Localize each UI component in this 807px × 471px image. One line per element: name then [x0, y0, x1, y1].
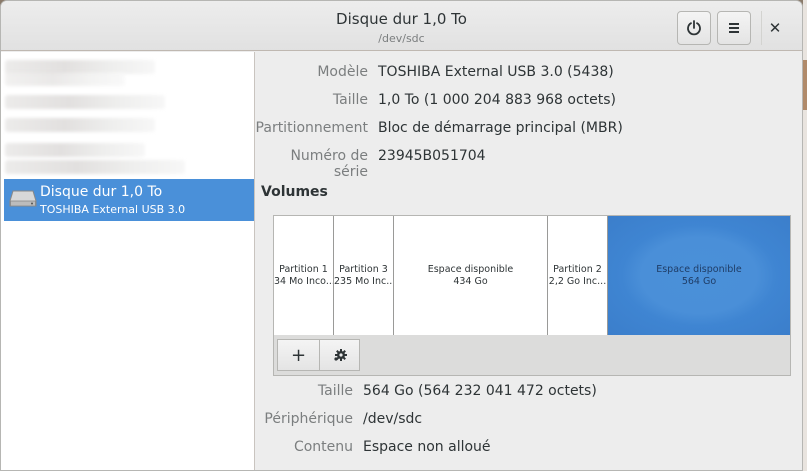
drive-model: TOSHIBA External USB 3.0	[40, 203, 186, 216]
add-icon: +	[290, 344, 307, 366]
volume-map: Partition 1 34 Mo Inco... Partition 3 23…	[274, 216, 790, 335]
blurred-item	[5, 160, 185, 174]
power-icon	[687, 20, 701, 36]
volume-segment-partition-3[interactable]: Partition 3 235 Mo Inc...	[334, 216, 394, 335]
volume-segment-partition-1[interactable]: Partition 1 34 Mo Inco...	[274, 216, 334, 335]
model-value: TOSHIBA External USB 3.0 (5438)	[378, 64, 614, 80]
more-actions-button[interactable]	[320, 339, 360, 371]
disks-window: Disque dur 1,0 To /dev/sdc ✕ Disque dur …	[0, 0, 803, 471]
device-label: Périphérique	[264, 411, 353, 427]
blurred-item	[5, 72, 125, 86]
header-bar: Disque dur 1,0 To /dev/sdc ✕	[1, 1, 802, 51]
serial-label: Numéro de série	[290, 148, 368, 180]
segment-title: Partition 2	[553, 263, 602, 275]
blurred-item	[5, 95, 165, 109]
segment-title: Espace disponible	[427, 263, 514, 275]
drive-menu-button[interactable]	[717, 11, 751, 45]
close-icon: ✕	[768, 19, 782, 37]
segment-detail: 434 Go	[453, 275, 488, 287]
size-label: Taille	[332, 92, 368, 108]
hamburger-menu-icon	[729, 23, 739, 33]
volume-toolbar: +	[277, 339, 360, 371]
hard-drive-icon	[9, 190, 37, 207]
segment-detail: 34 Mo Inco...	[274, 275, 334, 287]
sidebar: Disque dur 1,0 To TOSHIBA External USB 3…	[1, 52, 255, 470]
volume-map-frame: Partition 1 34 Mo Inco... Partition 3 23…	[273, 215, 791, 376]
volume-segment-free-space-1[interactable]: Espace disponible 434 Go	[394, 216, 548, 335]
segment-detail: 2,2 Go Inc...	[548, 275, 607, 287]
desktop-background	[803, 0, 807, 471]
model-label: Modèle	[317, 64, 368, 80]
volume-segment-partition-2[interactable]: Partition 2 2,2 Go Inc...	[548, 216, 608, 335]
segment-title: Partition 1	[279, 263, 328, 275]
contents-value: Espace non alloué	[363, 439, 491, 455]
segment-title: Espace disponible	[656, 263, 742, 275]
partitioning-value: Bloc de démarrage principal (MBR)	[378, 120, 623, 136]
blurred-item	[5, 143, 145, 157]
blurred-item	[5, 118, 155, 132]
volumes-heading: Volumes	[261, 184, 328, 200]
volume-segment-free-space-2-selected[interactable]: Espace disponible 564 Go	[608, 216, 790, 335]
gear-icon	[333, 349, 347, 361]
volume-size-value: 564 Go (564 232 041 472 octets)	[363, 383, 597, 399]
volume-size-label: Taille	[317, 383, 353, 399]
power-off-button[interactable]	[677, 11, 711, 45]
close-button[interactable]: ✕	[758, 11, 792, 45]
drive-name: Disque dur 1,0 To	[40, 184, 163, 200]
create-partition-button[interactable]: +	[277, 339, 320, 371]
segment-detail: 235 Mo Inc...	[334, 275, 394, 287]
size-value: 1,0 To (1 000 204 883 968 octets)	[378, 92, 617, 108]
serial-value: 23945B051704	[378, 148, 486, 164]
segment-detail: 564 Go	[681, 275, 717, 287]
partitioning-label: Partitionnement	[255, 120, 368, 136]
device-value: /dev/sdc	[363, 411, 423, 427]
segment-title: Partition 3	[339, 263, 388, 275]
contents-label: Contenu	[293, 439, 353, 455]
sidebar-item-drive[interactable]: Disque dur 1,0 To TOSHIBA External USB 3…	[4, 179, 254, 221]
